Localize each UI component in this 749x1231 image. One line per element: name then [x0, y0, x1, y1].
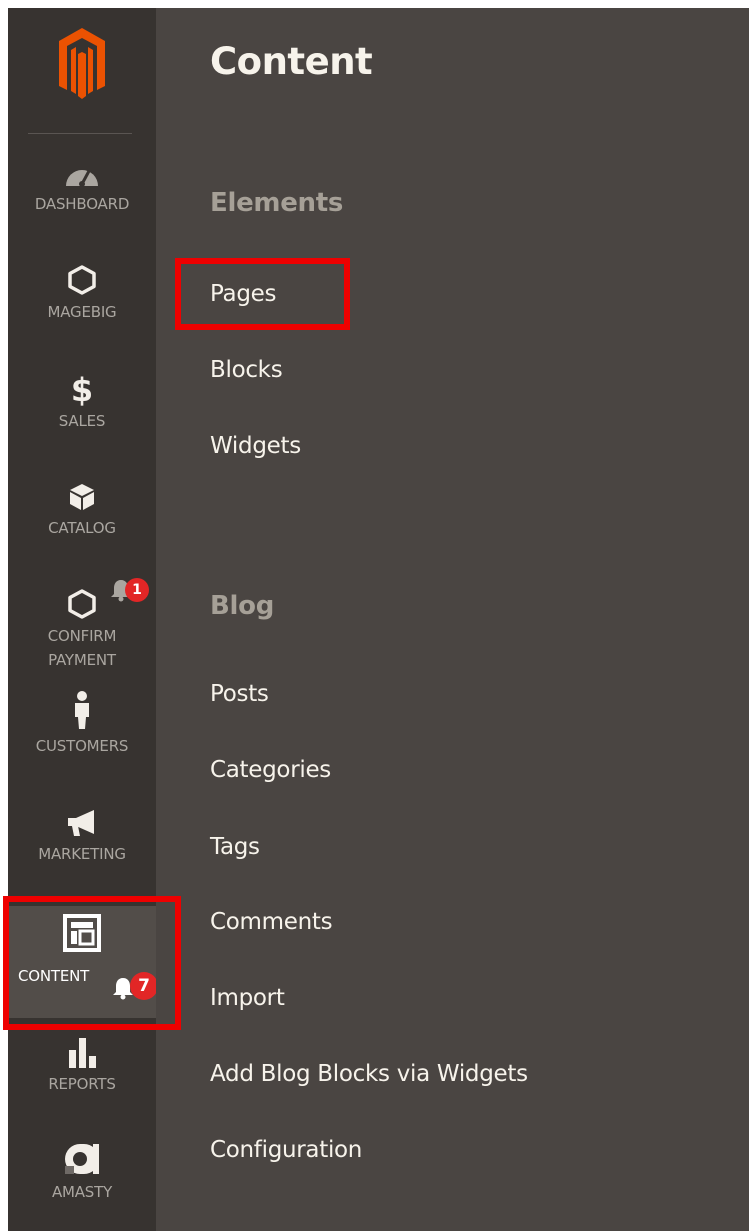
menu-link-blocks[interactable]: Blocks — [210, 357, 283, 383]
nav-item-label: REPORTS — [48, 1075, 116, 1093]
menu-link-configuration[interactable]: Configuration — [210, 1137, 362, 1163]
amasty-logo-icon — [8, 1144, 156, 1176]
nav-item-dashboard[interactable]: DASHBOARD — [8, 158, 156, 216]
highlight-box-pages — [175, 258, 350, 330]
content-submenu-panel: Content Elements Pages Blocks Widgets Bl… — [156, 8, 749, 1231]
admin-sidebar: DASHBOARD MAGEBIG $ SALES CATALOG CONFIR… — [8, 8, 158, 1231]
box-icon — [8, 482, 156, 512]
admin-frame: DASHBOARD MAGEBIG $ SALES CATALOG CONFIR… — [8, 8, 749, 1231]
menu-link-tags[interactable]: Tags — [210, 834, 260, 860]
nav-item-confirm-payment[interactable]: CONFIRM PAYMENT — [8, 589, 156, 672]
logo-divider — [28, 133, 132, 134]
bar-chart-icon — [8, 1038, 156, 1068]
nav-item-amasty[interactable]: AMASTY — [8, 1144, 156, 1204]
nav-item-reports[interactable]: REPORTS — [8, 1038, 156, 1096]
highlight-box-content — [3, 896, 181, 1030]
nav-item-customers[interactable]: CUSTOMERS — [8, 691, 156, 758]
nav-item-magebig[interactable]: MAGEBIG — [8, 265, 156, 324]
hexagon-icon — [8, 265, 156, 296]
menu-link-categories[interactable]: Categories — [210, 757, 331, 783]
nav-item-label: AMASTY — [51, 1183, 113, 1201]
megaphone-icon — [8, 808, 156, 838]
nav-item-label: DASHBOARD — [34, 195, 130, 213]
menu-link-comments[interactable]: Comments — [210, 909, 333, 935]
panel-title: Content — [210, 40, 373, 83]
notification-badge: 1 — [125, 578, 149, 602]
nav-item-marketing[interactable]: MARKETING — [8, 808, 156, 866]
nav-item-label: SALES — [58, 412, 106, 430]
nav-item-label: MARKETING — [38, 845, 126, 863]
magento-logo[interactable] — [8, 26, 156, 110]
section-title-blog: Blog — [210, 591, 275, 621]
person-icon — [8, 691, 156, 730]
menu-link-add-blog-blocks[interactable]: Add Blog Blocks via Widgets — [210, 1061, 528, 1087]
nav-item-label: CONFIRM PAYMENT — [47, 627, 117, 669]
menu-link-widgets[interactable]: Widgets — [210, 433, 301, 459]
nav-item-label: CUSTOMERS — [35, 737, 129, 755]
nav-item-sales[interactable]: $ SALES — [8, 371, 156, 433]
dollar-icon: $ — [70, 371, 94, 409]
nav-item-label: CATALOG — [48, 519, 116, 537]
nav-item-label: MAGEBIG — [47, 303, 117, 321]
menu-link-import[interactable]: Import — [210, 985, 285, 1011]
dashboard-gauge-icon — [8, 158, 156, 188]
menu-link-posts[interactable]: Posts — [210, 681, 269, 707]
section-title-elements: Elements — [210, 188, 344, 218]
nav-item-catalog[interactable]: CATALOG — [8, 482, 156, 540]
